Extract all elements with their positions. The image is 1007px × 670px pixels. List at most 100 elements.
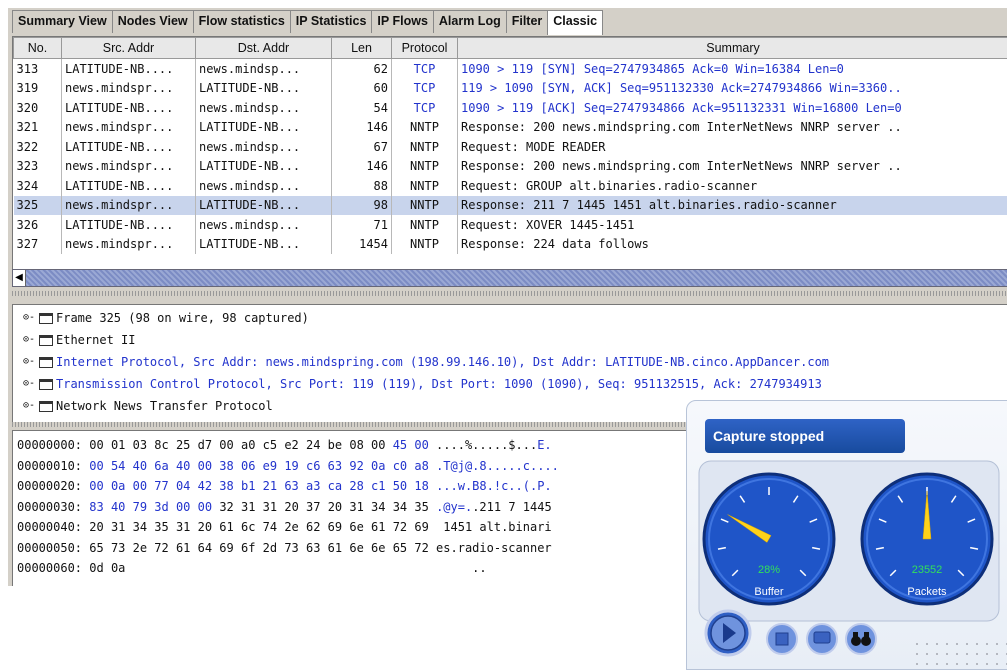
cell-src: news.mindspr... [62,79,196,99]
tab-flow-statistics[interactable]: Flow statistics [193,10,291,33]
cell-dst: news.mindsp... [196,137,332,157]
hex-offset: 00000050: [17,541,82,555]
column-header[interactable]: Dst. Addr [196,38,332,59]
table-row[interactable]: 319news.mindspr...LATITUDE-NB...60TCP119… [14,79,1007,99]
cell-summary: Response: 200 news.mindspring.com InterN… [458,157,1007,177]
cell-dst: news.mindsp... [196,176,332,196]
hex-ascii_black: es.radio-scanner [429,541,552,555]
stop-icon [776,633,788,645]
column-header[interactable]: Len [332,38,392,59]
start-button[interactable] [706,611,750,655]
column-header[interactable]: Protocol [392,38,458,59]
cell-summary: Request: GROUP alt.binaries.radio-scanne… [458,176,1007,196]
hex-black: 65 73 2e 72 61 64 69 6f 2d 73 63 61 6e 6… [89,541,429,555]
folder-icon [39,357,53,368]
cell-dst: LATITUDE-NB... [196,157,332,177]
hex-offset: 00000040: [17,520,82,534]
cell-no: 313 [14,59,62,79]
cell-len: 54 [332,98,392,118]
cell-summary: Response: 211 7 1445 1451 alt.binaries.r… [458,196,1007,216]
tree-node[interactable]: ⊙- Transmission Control Protocol, Src Por… [13,373,1007,395]
tree-node-label: Frame 325 (98 on wire, 98 captured) [56,307,309,329]
cell-len: 71 [332,215,392,235]
cell-dst: LATITUDE-NB... [196,235,332,255]
tab-classic[interactable]: Classic [547,10,603,35]
table-row[interactable]: 322LATITUDE-NB....news.mindsp...67NNTPRe… [14,137,1007,157]
cell-proto: NNTP [392,157,458,177]
hex-black: 0d 0a [89,561,125,575]
cell-len: 146 [332,118,392,138]
tree-node-label: Transmission Control Protocol, Src Port:… [56,373,822,395]
capture-widget: Capture stopped 28% Buffer 23552 Packets [686,400,1007,670]
hex-black: 20 31 34 35 31 20 61 6c 74 2e 62 69 6e 6… [89,520,429,534]
tab-summary-view[interactable]: Summary View [12,10,113,33]
cell-len: 88 [332,176,392,196]
hex-offset: 00000030: [17,500,82,514]
find-button[interactable] [846,624,876,654]
scroll-left-icon[interactable]: ◀ [13,270,26,286]
hex-offset: 00000000: [17,438,82,452]
cell-dst: news.mindsp... [196,59,332,79]
column-header[interactable]: Summary [458,38,1007,59]
table-row[interactable]: 320LATITUDE-NB....news.mindsp...54TCP109… [14,98,1007,118]
cell-src: LATITUDE-NB.... [62,176,196,196]
grip-dots [912,639,1007,669]
expand-icon[interactable]: ⊙- [23,395,37,417]
cell-len: 146 [332,157,392,177]
cell-no: 323 [14,157,62,177]
hex-blue: 83 40 79 3d 00 00 [89,500,212,514]
table-row[interactable]: 327news.mindspr...LATITUDE-NB...1454NNTP… [14,235,1007,255]
hex-ascii_black [429,459,436,473]
table-row[interactable]: 313LATITUDE-NB....news.mindsp...62TCP109… [14,59,1007,79]
column-header[interactable]: No. [14,38,62,59]
expand-icon[interactable]: ⊙- [23,307,37,329]
packets-gauge: 23552 Packets [862,474,992,604]
hex-blue: 45 00 [393,438,429,452]
tab-ip-flows[interactable]: IP Flows [371,10,433,33]
tab-nodes-view[interactable]: Nodes View [112,10,194,33]
cell-proto: TCP [392,59,458,79]
disk-icon [814,632,830,643]
cell-no: 326 [14,215,62,235]
cell-summary: Response: 200 news.mindspring.com InterN… [458,118,1007,138]
expand-icon[interactable]: ⊙- [23,329,37,351]
cell-no: 321 [14,118,62,138]
save-button[interactable] [807,624,837,654]
splitter-top[interactable] [12,291,1007,296]
cell-no: 325 [14,196,62,216]
cell-no: 320 [14,98,62,118]
table-row[interactable]: 325news.mindspr...LATITUDE-NB...98NNTPRe… [14,196,1007,216]
hex-offset: 00000020: [17,479,82,493]
hex-offset: 00000060: [17,561,82,575]
hex-ascii_blue: .T@j@.8.....c.... [436,459,559,473]
table-row[interactable]: 321news.mindspr...LATITUDE-NB...146NNTPR… [14,118,1007,138]
table-row[interactable]: 324LATITUDE-NB....news.mindsp...88NNTPRe… [14,176,1007,196]
tree-node-label: Internet Protocol, Src Addr: news.mindsp… [56,351,829,373]
hex-ascii_blue: ...w.B8.!c..(.P. [436,479,552,493]
cell-proto: NNTP [392,215,458,235]
tree-node[interactable]: ⊙- Internet Protocol, Src Addr: news.mind… [13,351,1007,373]
cell-no: 324 [14,176,62,196]
packets-label: Packets [907,586,947,598]
stop-button[interactable] [767,624,797,654]
hex-ascii_blue_first: .@y=. [429,500,472,514]
expand-icon[interactable]: ⊙- [23,351,37,373]
tab-alarm-log[interactable]: Alarm Log [433,10,507,33]
folder-icon [39,335,53,346]
tab-filter[interactable]: Filter [506,10,549,33]
tab-ip-statistics[interactable]: IP Statistics [290,10,373,33]
table-row[interactable]: 323news.mindspr...LATITUDE-NB...146NNTPR… [14,157,1007,177]
cell-src: news.mindspr... [62,196,196,216]
table-row[interactable]: 326LATITUDE-NB....news.mindsp...71NNTPRe… [14,215,1007,235]
expand-icon[interactable]: ⊙- [23,373,37,395]
cell-len: 1454 [332,235,392,255]
hex-ascii_black: 1451 alt.binari [429,520,552,534]
tree-node[interactable]: ⊙- Frame 325 (98 on wire, 98 captured) [13,307,1007,329]
column-header[interactable]: Src. Addr [62,38,196,59]
horizontal-scrollbar[interactable]: ◀ [12,269,1007,287]
cell-proto: NNTP [392,137,458,157]
cell-src: LATITUDE-NB.... [62,59,196,79]
cell-len: 62 [332,59,392,79]
hex-blue: 00 54 40 6a 40 00 38 06 e9 19 c6 63 92 0… [89,459,429,473]
tree-node[interactable]: ⊙-Ethernet II [13,329,1007,351]
